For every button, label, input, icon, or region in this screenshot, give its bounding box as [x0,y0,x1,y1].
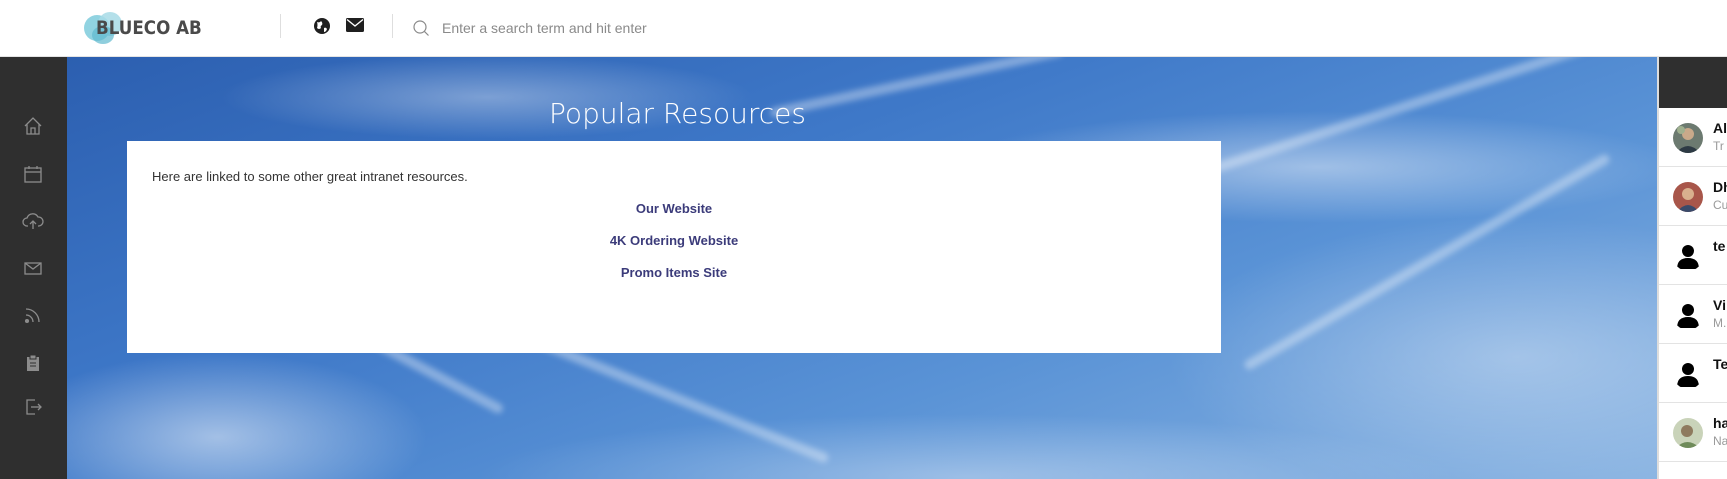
calendar-icon[interactable] [22,163,44,185]
person-name: Vi [1713,297,1726,313]
header-divider [392,14,393,38]
hero-background: Popular Resources Here are linked to som… [67,57,1657,479]
person-title: Na [1713,434,1727,448]
rss-icon[interactable] [22,304,44,326]
avatar [1673,418,1703,448]
default-user-icon [1673,359,1703,389]
avatar [1673,123,1703,153]
page-title: Popular Resources [549,97,806,130]
link-promo-items-site[interactable]: Promo Items Site [127,265,1221,281]
resources-links: Our Website 4K Ordering Website Promo It… [127,201,1221,297]
globe-icon[interactable] [313,17,331,35]
brand-logo-text: BLUECO AB [96,17,202,39]
search-input[interactable] [440,16,944,40]
list-item[interactable]: Vi M. [1659,285,1727,344]
resources-card: Here are linked to some other great intr… [127,141,1221,353]
person-title: Tr [1713,139,1724,153]
person-title: Cu [1713,198,1727,212]
header-divider [280,14,281,38]
person-name: ha [1713,415,1727,431]
people-panel-header [1659,57,1727,108]
top-header: BLUECO AB [0,0,1727,57]
logout-icon[interactable] [22,396,44,418]
person-name: Al [1713,120,1727,136]
list-item[interactable]: Dh Cu [1659,167,1727,226]
list-item[interactable]: ha Na [1659,403,1727,462]
left-sidebar [0,57,67,479]
search-icon [412,19,430,37]
list-item[interactable]: Al Tr [1659,108,1727,167]
home-icon[interactable] [22,115,44,137]
mail-icon[interactable] [346,18,364,36]
person-name: Te [1713,356,1727,372]
people-panel: Al Tr Dh Cu te Vi [1657,57,1727,479]
cloud-upload-icon[interactable] [22,210,44,232]
default-user-icon [1673,241,1703,271]
person-name: te [1713,238,1726,254]
avatar [1673,182,1703,212]
brand-logo[interactable]: BLUECO AB [84,12,204,44]
default-user-icon [1673,300,1703,330]
clipboard-icon[interactable] [22,352,44,374]
link-our-website[interactable]: Our Website [127,201,1221,217]
person-title: M. [1713,316,1727,330]
resources-intro: Here are linked to some other great intr… [152,169,468,184]
person-name: Dh [1713,179,1727,195]
cloud-streak [1242,152,1612,372]
list-item[interactable]: Te [1659,344,1727,403]
mail-icon[interactable] [22,257,44,279]
list-item[interactable]: te [1659,226,1727,285]
link-4k-ordering-website[interactable]: 4K Ordering Website [127,233,1221,249]
